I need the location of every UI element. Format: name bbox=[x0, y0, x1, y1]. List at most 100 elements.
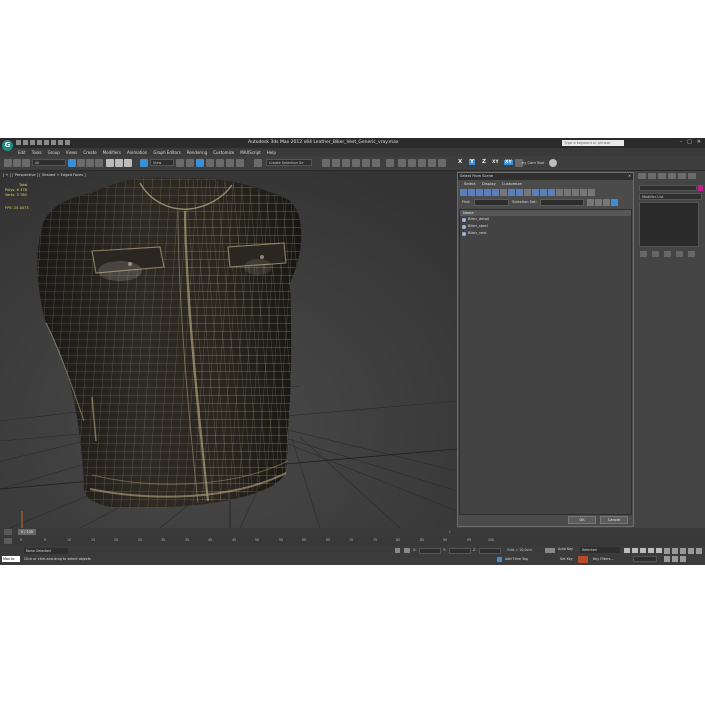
sort-icon[interactable] bbox=[587, 199, 594, 206]
display-geometry-icon[interactable] bbox=[460, 189, 467, 196]
find-input[interactable] bbox=[474, 199, 509, 206]
close-icon[interactable]: ✕ bbox=[697, 139, 701, 145]
time-slider[interactable]: 0 / 100 › bbox=[0, 528, 705, 537]
z-coord-field[interactable] bbox=[479, 548, 501, 554]
add-time-tag[interactable]: Add Time Tag bbox=[505, 557, 528, 561]
window-crossing-icon[interactable] bbox=[95, 159, 103, 167]
render-production-icon[interactable] bbox=[418, 159, 426, 167]
named-selection-dropdown[interactable]: Create Selection Se bbox=[266, 159, 312, 166]
dialog-close-icon[interactable]: ✕ bbox=[628, 173, 631, 180]
display-xrefs-icon[interactable] bbox=[516, 189, 523, 196]
move-icon[interactable] bbox=[106, 159, 114, 167]
configure-sets-icon[interactable] bbox=[688, 251, 695, 257]
mirror-icon[interactable] bbox=[322, 159, 330, 167]
object-name-field[interactable] bbox=[639, 185, 697, 191]
utilities-tab-icon[interactable] bbox=[688, 173, 696, 179]
display-bones-icon[interactable] bbox=[524, 189, 531, 196]
hierarchy-tab-icon[interactable] bbox=[658, 173, 666, 179]
display-tab-icon[interactable] bbox=[678, 173, 686, 179]
axis-x-button[interactable]: X bbox=[458, 159, 462, 165]
zoom-all-icon[interactable] bbox=[672, 548, 678, 554]
zoom-extents-icon[interactable] bbox=[680, 548, 686, 554]
pivot-center-icon[interactable] bbox=[176, 159, 184, 167]
dialog-title-bar[interactable]: Select From Scene ✕ bbox=[458, 173, 633, 180]
orbit-icon[interactable] bbox=[672, 556, 678, 562]
quick-access-toolbar[interactable] bbox=[16, 140, 70, 145]
select-by-name-icon[interactable] bbox=[77, 159, 85, 167]
auto-key-button[interactable]: Auto Key bbox=[558, 547, 573, 551]
key-filters-button[interactable]: Key Filters... bbox=[593, 557, 614, 561]
camera-tool-icon[interactable] bbox=[549, 159, 557, 167]
activeshade-icon[interactable] bbox=[438, 159, 446, 167]
motion-tab-icon[interactable] bbox=[668, 173, 676, 179]
display-invert-icon[interactable] bbox=[548, 189, 555, 196]
unlink-icon[interactable] bbox=[13, 159, 21, 167]
list-item[interactable]: Biker_steel bbox=[460, 223, 631, 230]
scale-icon[interactable] bbox=[124, 159, 132, 167]
align-icon[interactable] bbox=[332, 159, 340, 167]
display-helpers-icon[interactable] bbox=[492, 189, 499, 196]
snaps-toggle-icon[interactable] bbox=[196, 159, 204, 167]
edit-named-sets-icon[interactable] bbox=[236, 159, 244, 167]
display-none-icon[interactable] bbox=[540, 189, 547, 196]
menu-modifiers[interactable]: Modifiers bbox=[103, 150, 121, 155]
next-key-icon[interactable] bbox=[648, 548, 654, 553]
lock-selection-icon[interactable] bbox=[395, 548, 400, 553]
layer-manager-icon[interactable] bbox=[342, 159, 350, 167]
render-setup-icon[interactable] bbox=[398, 159, 406, 167]
rect-selection-icon[interactable] bbox=[86, 159, 94, 167]
maximize-icon[interactable]: □ bbox=[687, 139, 692, 145]
material-editor-icon[interactable] bbox=[386, 159, 394, 167]
cancel-button[interactable]: Cancel bbox=[600, 516, 628, 524]
pin-stack-icon[interactable] bbox=[640, 251, 647, 257]
menu-create[interactable]: Create bbox=[83, 150, 96, 155]
modifier-stack[interactable] bbox=[639, 202, 699, 247]
curve-editor-icon[interactable] bbox=[362, 159, 370, 167]
percent-snap-icon[interactable] bbox=[216, 159, 224, 167]
select-object-icon[interactable] bbox=[68, 159, 76, 167]
axis-y-button[interactable]: Y bbox=[469, 159, 475, 165]
menu-rendering[interactable]: Rendering bbox=[187, 150, 207, 155]
remove-modifier-icon[interactable] bbox=[676, 251, 683, 257]
menu-edit[interactable]: Edit bbox=[18, 150, 26, 155]
current-frame-field[interactable] bbox=[633, 556, 657, 562]
display-spacewarps-icon[interactable] bbox=[500, 189, 507, 196]
go-to-end-icon[interactable] bbox=[656, 548, 662, 553]
dialog-menu-select[interactable]: Select bbox=[464, 180, 476, 187]
list-item[interactable]: Biker_detail bbox=[460, 216, 631, 223]
create-tab-icon[interactable] bbox=[638, 173, 646, 179]
selection-filter-dropdown[interactable]: All bbox=[32, 159, 66, 166]
select-none-icon[interactable] bbox=[564, 189, 571, 196]
menu-animation[interactable]: Animation bbox=[127, 150, 147, 155]
object-color-swatch[interactable] bbox=[698, 185, 703, 191]
pan-icon[interactable] bbox=[664, 556, 670, 562]
perspective-viewport[interactable]: [ + ] [ Perspective ] [ Shaded + Edged F… bbox=[0, 171, 457, 528]
axis-z-button[interactable]: Z bbox=[482, 159, 486, 165]
display-groups-icon[interactable] bbox=[508, 189, 515, 196]
show-end-result-icon[interactable] bbox=[652, 251, 659, 257]
set-key-icon[interactable] bbox=[578, 556, 588, 563]
link-icon[interactable] bbox=[4, 159, 12, 167]
dialog-menu-customize[interactable]: Customize bbox=[502, 180, 522, 187]
track-bar[interactable]: 0 5 10 15 20 25 30 35 40 45 50 55 60 65 … bbox=[0, 537, 705, 546]
open-mini-curve-editor-icon[interactable] bbox=[4, 538, 12, 544]
maxscript-listener-input[interactable]: Max to bbox=[2, 556, 20, 562]
previous-frame-icon[interactable] bbox=[632, 548, 638, 553]
time-slider-thumb[interactable]: 0 / 100 bbox=[18, 529, 36, 535]
viewport-label[interactable]: [ + ] [ Perspective ] [ Shaded + Edged F… bbox=[3, 173, 86, 177]
menu-maxscript[interactable]: MAXScript bbox=[240, 150, 261, 155]
select-manipulate-icon[interactable] bbox=[140, 159, 148, 167]
rendered-frame-icon[interactable] bbox=[408, 159, 416, 167]
app-logo-icon[interactable]: G bbox=[2, 140, 13, 151]
ok-button[interactable]: OK bbox=[568, 516, 596, 524]
keyboard-shortcut-icon[interactable] bbox=[186, 159, 194, 167]
display-all-icon[interactable] bbox=[532, 189, 539, 196]
axis-xy-button[interactable]: XY bbox=[492, 160, 499, 165]
menu-group[interactable]: Group bbox=[48, 150, 60, 155]
rotate-icon[interactable] bbox=[115, 159, 123, 167]
select-invert-icon[interactable] bbox=[572, 189, 579, 196]
display-lights-icon[interactable] bbox=[476, 189, 483, 196]
render-iterative-icon[interactable] bbox=[428, 159, 436, 167]
key-selection-dropdown[interactable]: Selected bbox=[580, 547, 620, 553]
menu-tools[interactable]: Tools bbox=[32, 150, 42, 155]
